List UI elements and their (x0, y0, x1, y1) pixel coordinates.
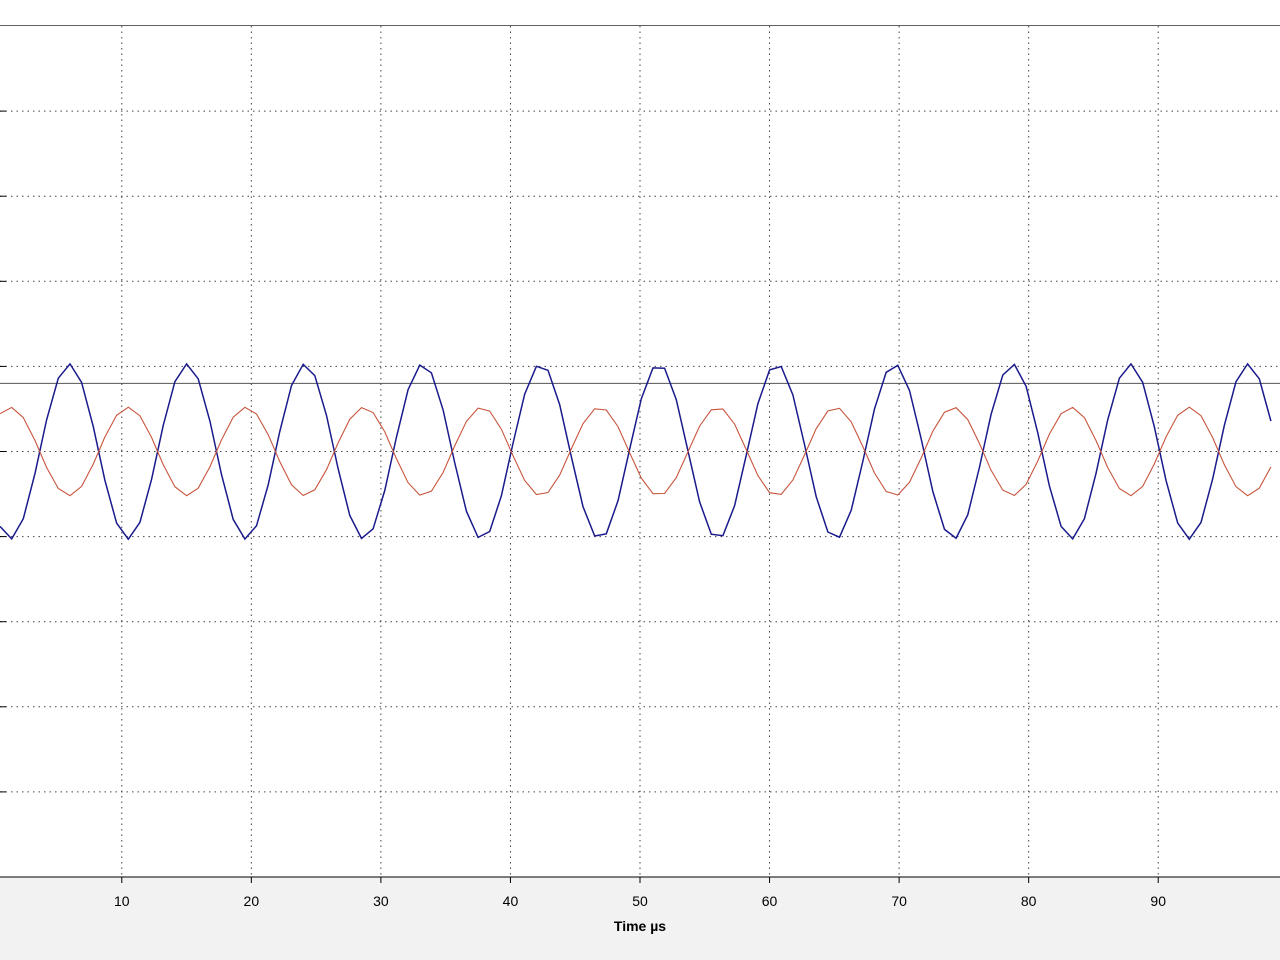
x-tick-label: 30 (373, 893, 389, 909)
top-bar (0, 0, 1280, 26)
x-tick-label: 50 (632, 893, 648, 909)
x-tick-label: 90 (1150, 893, 1166, 909)
x-tick-label: 60 (762, 893, 778, 909)
x-axis-title: Time µs (614, 918, 666, 934)
chart-window: 10 20 30 40 50 60 70 80 90 Time µs (0, 0, 1280, 960)
plot: 10 20 30 40 50 60 70 80 90 Time µs (0, 0, 1280, 934)
x-tick-label: 10 (114, 893, 130, 909)
x-tick-label: 70 (891, 893, 907, 909)
x-tick-label: 20 (244, 893, 260, 909)
x-tick-label: 80 (1021, 893, 1037, 909)
x-tick-label: 40 (503, 893, 519, 909)
